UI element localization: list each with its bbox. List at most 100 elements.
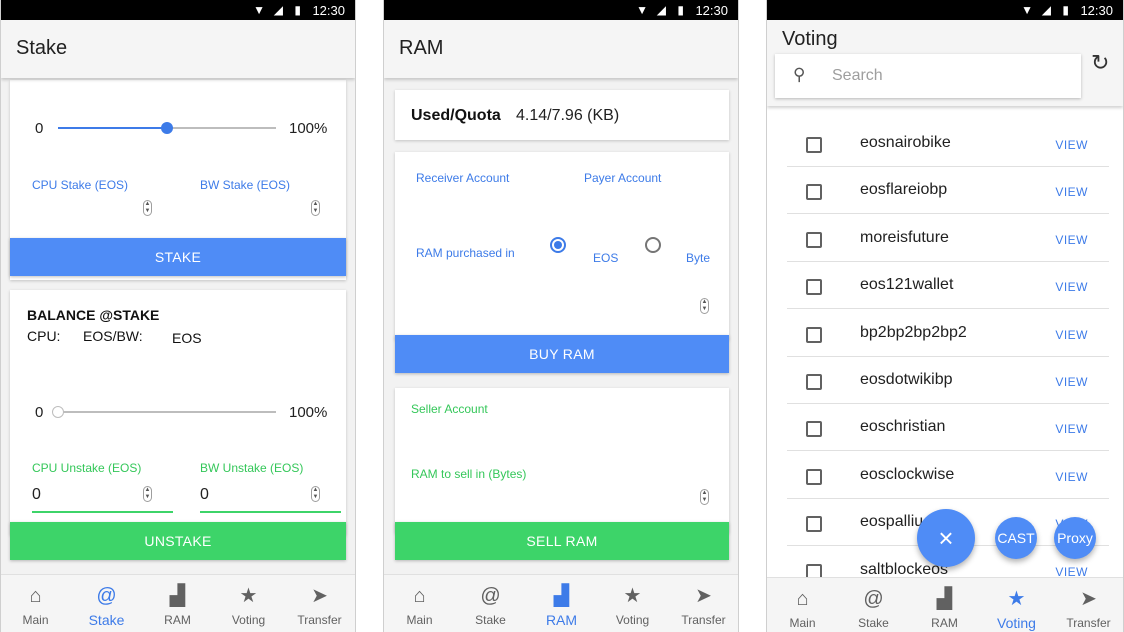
nav-transfer[interactable]: ➤ Transfer bbox=[1053, 578, 1123, 632]
producer-checkbox[interactable] bbox=[806, 374, 822, 390]
star-icon: ★ bbox=[1007, 588, 1026, 610]
nav-stake[interactable]: @ Stake bbox=[455, 575, 526, 632]
close-icon: × bbox=[938, 523, 954, 553]
star-icon: ★ bbox=[239, 585, 258, 607]
stake-screen: ▼ ◢ ▮ 12:30 Stake 0 100% CPU Stake (EOS)… bbox=[0, 0, 356, 632]
nav-voting[interactable]: ★ Voting bbox=[213, 575, 284, 632]
send-icon: ➤ bbox=[695, 585, 712, 607]
status-bar: ▼ ◢ ▮ 12:30 bbox=[384, 0, 738, 20]
producer-row[interactable]: bp2bp2bp2bp2 VIEW bbox=[787, 310, 1109, 357]
at-icon: @ bbox=[96, 585, 117, 607]
cpu-unstake-underline bbox=[32, 511, 173, 513]
unstake-slider-min-label: 0 bbox=[35, 404, 44, 421]
bar-chart-icon: ▟ bbox=[936, 588, 953, 610]
radio-byte[interactable] bbox=[645, 237, 661, 253]
producer-checkbox[interactable] bbox=[806, 468, 822, 485]
producer-row[interactable]: moreisfuture VIEW bbox=[787, 215, 1109, 262]
balance-title: BALANCE @STAKE bbox=[27, 307, 160, 323]
voting-screen: ▼ ◢ ▮ 12:30 Voting ⚲ Search ↻ eosnairobi… bbox=[766, 0, 1124, 632]
home-icon: ⌂ bbox=[29, 585, 42, 607]
producer-row[interactable]: eosflareiobp VIEW bbox=[787, 167, 1109, 215]
home-icon: ⌂ bbox=[413, 585, 426, 607]
search-icon: ⚲ bbox=[793, 65, 806, 84]
producer-checkbox[interactable] bbox=[806, 184, 822, 201]
sell-ram-button[interactable]: SELL RAM bbox=[395, 522, 729, 560]
fab-close-button[interactable]: × bbox=[917, 509, 975, 567]
purchased-in-label: RAM purchased in bbox=[416, 246, 515, 260]
bw-unstake-stepper[interactable]: ▲ ▼ bbox=[311, 486, 320, 502]
unstake-slider-max-label: 100% bbox=[289, 404, 328, 421]
cpu-unstake-label: CPU Unstake (EOS) bbox=[32, 461, 142, 475]
nav-voting[interactable]: ★ Voting bbox=[981, 578, 1052, 632]
view-link[interactable]: VIEW bbox=[1055, 280, 1088, 294]
cast-button[interactable]: CAST bbox=[995, 517, 1037, 559]
status-bar: ▼ ◢ ▮ 12:30 bbox=[1, 0, 355, 20]
app-bar: Voting ⚲ Search ↻ bbox=[767, 20, 1123, 106]
view-link[interactable]: VIEW bbox=[1055, 138, 1088, 152]
cpu-stake-stepper[interactable]: ▲ ▼ bbox=[143, 200, 152, 216]
buy-ram-button[interactable]: BUY RAM bbox=[395, 335, 729, 373]
search-input[interactable]: Search bbox=[832, 67, 883, 85]
radio-eos[interactable] bbox=[550, 237, 566, 253]
unstake-slider-track[interactable] bbox=[58, 411, 276, 413]
producer-name: eosnairobike bbox=[860, 134, 951, 151]
producer-row[interactable]: eosclockwise VIEW bbox=[787, 452, 1109, 499]
producer-row[interactable]: eoschristian VIEW bbox=[787, 404, 1109, 452]
proxy-button[interactable]: Proxy bbox=[1054, 517, 1096, 559]
producer-checkbox[interactable] bbox=[806, 421, 822, 438]
unstake-button[interactable]: UNSTAKE bbox=[10, 522, 346, 560]
signal-icon: ◢ bbox=[1041, 3, 1051, 17]
nav-transfer[interactable]: ➤ Transfer bbox=[668, 575, 738, 632]
nav-voting[interactable]: ★ Voting bbox=[597, 575, 668, 632]
cpu-unstake-input[interactable]: 0 bbox=[32, 486, 41, 504]
producer-checkbox[interactable] bbox=[806, 137, 822, 153]
at-icon: @ bbox=[863, 588, 884, 610]
producer-row[interactable]: eosnairobike VIEW bbox=[787, 120, 1109, 167]
search-box[interactable]: ⚲ Search bbox=[775, 54, 1081, 98]
nav-stake[interactable]: @ Stake bbox=[838, 578, 909, 632]
wifi-icon: ▼ bbox=[253, 3, 265, 17]
bw-stake-stepper[interactable]: ▲ ▼ bbox=[311, 200, 320, 216]
nav-main[interactable]: ⌂ Main bbox=[767, 578, 838, 632]
at-icon: @ bbox=[480, 585, 501, 607]
stake-slider-thumb[interactable] bbox=[161, 122, 173, 134]
stake-button[interactable]: STAKE bbox=[10, 238, 346, 276]
nav-ram[interactable]: ▟ RAM bbox=[142, 575, 213, 632]
producer-checkbox[interactable] bbox=[806, 279, 822, 296]
producer-checkbox[interactable] bbox=[806, 326, 822, 343]
nav-ram[interactable]: ▟ RAM bbox=[909, 578, 980, 632]
producer-row[interactable]: eos121wallet VIEW bbox=[787, 262, 1109, 310]
sell-bytes-label: RAM to sell in (Bytes) bbox=[411, 467, 527, 481]
producer-name: eospalliu bbox=[860, 513, 924, 531]
refresh-icon[interactable]: ↻ bbox=[1091, 50, 1109, 76]
ram-amount-stepper[interactable]: ▲ ▼ bbox=[700, 298, 709, 314]
view-link[interactable]: VIEW bbox=[1055, 233, 1088, 247]
producer-name: moreisfuture bbox=[860, 228, 949, 246]
nav-ram[interactable]: ▟ RAM bbox=[526, 575, 597, 632]
producer-row[interactable]: eosdotwikibp VIEW bbox=[787, 357, 1109, 404]
view-link[interactable]: VIEW bbox=[1055, 185, 1088, 199]
view-link[interactable]: VIEW bbox=[1055, 328, 1088, 342]
view-link[interactable]: VIEW bbox=[1055, 375, 1088, 389]
home-icon: ⌂ bbox=[796, 588, 809, 610]
view-link[interactable]: VIEW bbox=[1055, 470, 1088, 484]
cpu-unstake-stepper[interactable]: ▲ ▼ bbox=[143, 486, 152, 502]
app-bar: Stake bbox=[1, 20, 355, 78]
unstake-slider-thumb[interactable] bbox=[52, 406, 64, 418]
buy-ram-card: Receiver Account Payer Account RAM purch… bbox=[395, 152, 729, 340]
send-icon: ➤ bbox=[1080, 588, 1097, 610]
nav-main[interactable]: ⌂ Main bbox=[384, 575, 455, 632]
bottom-nav: ⌂ Main @ Stake ▟ RAM ★ Voting ➤ Transfer bbox=[767, 577, 1123, 632]
producer-checkbox[interactable] bbox=[806, 516, 822, 533]
wifi-icon: ▼ bbox=[636, 3, 648, 17]
nav-main[interactable]: ⌂ Main bbox=[1, 575, 71, 632]
receiver-account-label: Receiver Account bbox=[416, 171, 510, 185]
view-link[interactable]: VIEW bbox=[1055, 422, 1088, 436]
producer-name: bp2bp2bp2bp2 bbox=[860, 323, 967, 341]
producer-checkbox[interactable] bbox=[806, 231, 822, 248]
nav-transfer[interactable]: ➤ Transfer bbox=[284, 575, 355, 632]
nav-stake[interactable]: @ Stake bbox=[71, 575, 142, 632]
sell-bytes-stepper[interactable]: ▲ ▼ bbox=[700, 489, 709, 505]
bw-unstake-input[interactable]: 0 bbox=[200, 486, 209, 504]
quota-card: Used/Quota 4.14/7.96 (KB) bbox=[395, 90, 729, 140]
